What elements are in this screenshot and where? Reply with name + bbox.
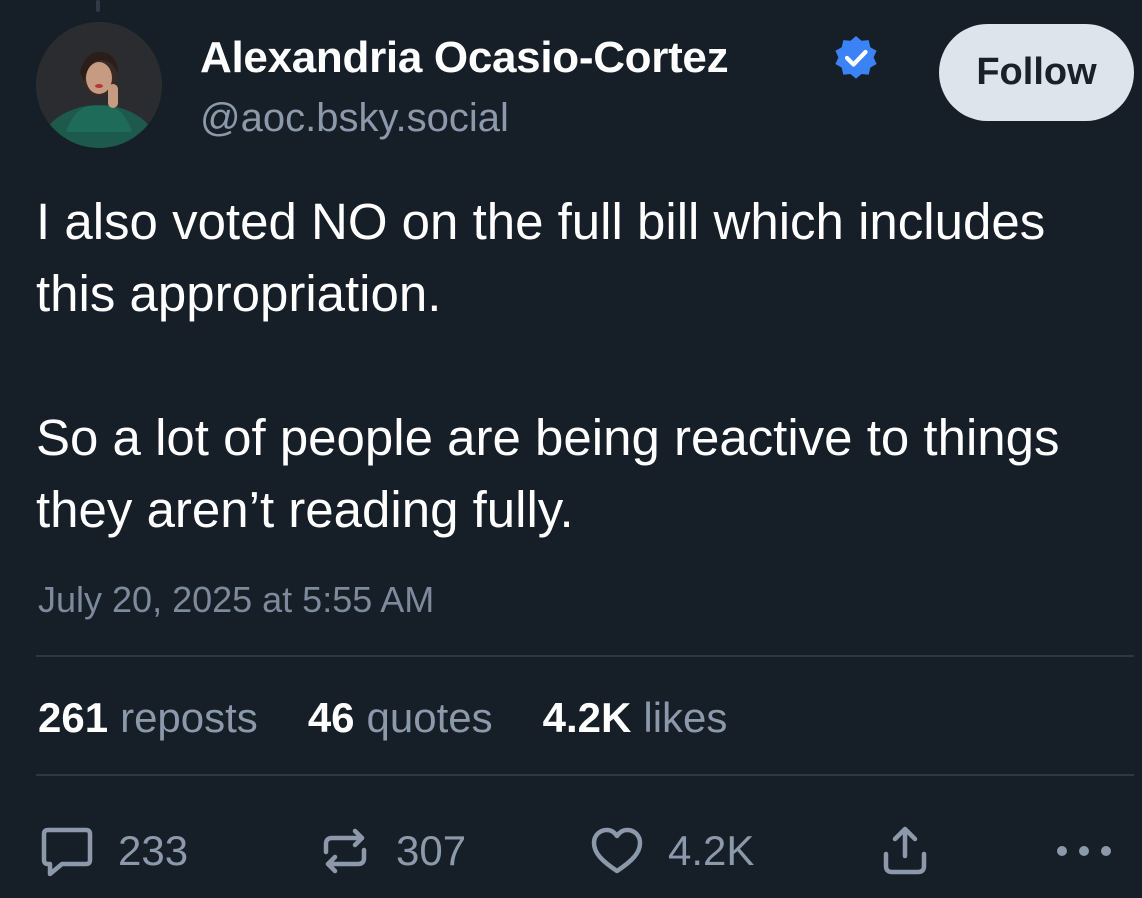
repost-count: 307 xyxy=(396,827,467,874)
divider xyxy=(36,655,1134,657)
repost-button[interactable]: 307 xyxy=(316,816,466,886)
author-handle[interactable]: @aoc.bsky.social xyxy=(200,92,509,144)
reply-button[interactable]: 233 xyxy=(38,816,188,886)
reply-count: 233 xyxy=(118,827,189,874)
speech-bubble-icon xyxy=(41,827,93,877)
follow-button[interactable]: Follow xyxy=(939,24,1134,121)
post-timestamp[interactable]: July 20, 2025 at 5:55 AM xyxy=(38,576,434,624)
post-body: I also voted NO on the full bill which i… xyxy=(36,186,1106,546)
share-button[interactable] xyxy=(876,816,934,886)
quotes-label: quotes xyxy=(366,694,493,741)
author-name[interactable]: Alexandria Ocasio-Cortez xyxy=(200,30,729,86)
more-options-button[interactable] xyxy=(1054,816,1114,886)
divider xyxy=(36,774,1134,776)
likes-stat[interactable]: 4.2K likes xyxy=(543,694,728,742)
post-paragraph: I also voted NO on the full bill which i… xyxy=(36,193,1046,322)
like-count: 4.2K xyxy=(668,827,755,874)
ellipsis-icon xyxy=(1057,846,1111,856)
quotes-stat[interactable]: 46 quotes xyxy=(308,694,493,742)
engagement-stats: 261 reposts 46 quotes 4.2K likes xyxy=(38,690,727,746)
like-button[interactable]: 4.2K xyxy=(588,816,754,886)
verified-check-icon[interactable] xyxy=(832,34,880,82)
repost-arrows-icon xyxy=(323,828,367,874)
reposts-count: 261 xyxy=(38,694,109,741)
thread-connector-line xyxy=(96,0,100,12)
likes-count: 4.2K xyxy=(542,694,632,741)
quotes-count: 46 xyxy=(307,694,355,741)
reposts-stat[interactable]: 261 reposts xyxy=(38,694,258,742)
likes-label: likes xyxy=(643,694,728,741)
post-paragraph: So a lot of people are being reactive to… xyxy=(36,409,1060,538)
avatar[interactable] xyxy=(36,22,162,148)
reposts-label: reposts xyxy=(120,694,258,741)
heart-icon xyxy=(591,827,643,874)
action-bar: 233 307 4.2K xyxy=(0,816,1142,886)
share-upload-icon xyxy=(883,826,927,875)
